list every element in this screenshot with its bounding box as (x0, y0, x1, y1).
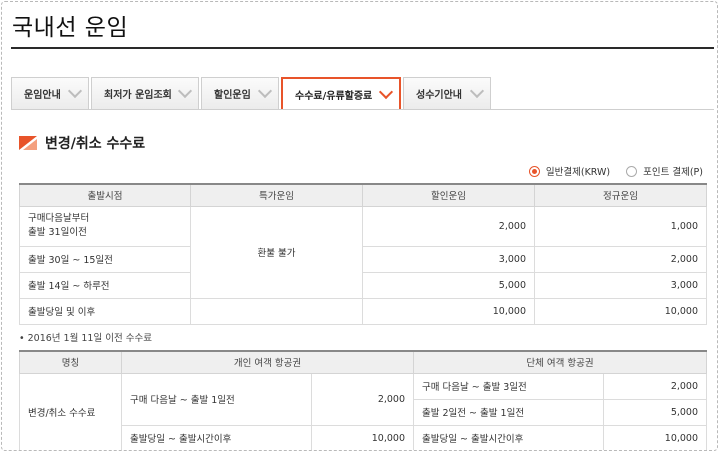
group-period-cell: 구매 다음날 ~ 출발 3일전 (413, 372, 605, 400)
tab-label: 성수기안내 (416, 90, 462, 101)
column-header: 출발시점 (19, 183, 191, 207)
table-row: 출발 30일 ~ 15일전 3,000 2,000 (19, 245, 707, 273)
table-header-row: 출발시점 특가운임 할인운임 정규운임 (19, 183, 707, 207)
column-header: 개인 여객 항공권 (120, 350, 415, 374)
discount-fee-cell: 5,000 (362, 271, 535, 299)
individual-fee-cell: 2,000 (310, 372, 415, 426)
tab-label: 운임안내 (24, 90, 61, 101)
period-line: 출발 31일이전 (28, 227, 87, 238)
column-header: 정규운임 (534, 183, 707, 207)
discount-fee-cell: 3,000 (362, 245, 535, 273)
column-header: 명칭 (19, 350, 122, 374)
page-frame: 국내선 운임 운임안내 최저가 운임조회 할인운임 수수료/유류할증료 성수기안… (1, 1, 718, 451)
page-title: 국내선 운임 (12, 15, 129, 41)
title-divider (11, 47, 714, 49)
tab-lowest-fare[interactable]: 최저가 운임조회 (91, 77, 199, 109)
legacy-fee-table: 명칭 개인 여객 항공권 단체 여객 항공권 변경/취소 수수료 구매 다음날 … (19, 350, 708, 450)
section-title: 변경/취소 수수료 (45, 136, 146, 152)
fee-name-cell: 변경/취소 수수료 (19, 372, 122, 450)
group-fee-cell: 2,000 (603, 372, 708, 400)
footnote: • 2016년 1월 11일 이전 수수료 (19, 333, 152, 344)
tab-underline (11, 109, 714, 110)
regular-fee-cell: 3,000 (534, 271, 707, 299)
radio-empty-icon (626, 165, 638, 177)
tab-label: 할인운임 (214, 90, 251, 101)
table-row: 출발당일 및 이후 10,000 10,000 (19, 297, 707, 325)
chevron-down-icon (469, 83, 485, 99)
tab-label: 최저가 운임조회 (104, 90, 172, 101)
chevron-down-icon (177, 83, 193, 99)
group-fee-cell: 5,000 (603, 398, 708, 426)
tab-peak-season[interactable]: 성수기안내 (403, 77, 491, 109)
period-cell: 구매다음날부터 출발 31일이전 (19, 205, 191, 247)
period-line: 구매다음날부터 (28, 213, 90, 224)
group-period-cell: 출발 2일전 ~ 출발 1일전 (413, 398, 605, 426)
table-row: 출발 14일 ~ 하루전 5,000 3,000 (19, 271, 707, 299)
discount-fee-cell: 10,000 (362, 297, 535, 325)
group-fee-cell: 10,000 (603, 424, 708, 450)
tab-bar: 운임안내 최저가 운임조회 할인운임 수수료/유류할증료 성수기안내 (11, 77, 493, 110)
chevron-down-icon (378, 84, 394, 100)
period-cell: 출발 14일 ~ 하루전 (19, 271, 191, 299)
period-cell: 출발당일 및 이후 (19, 297, 191, 325)
payment-options: 일반결제(KRW) 포인트 결제(P) (513, 164, 703, 178)
special-fare-cell: 환불 불가 (190, 205, 363, 299)
regular-fee-cell: 1,000 (534, 205, 707, 247)
table-row: 출발당일 ~ 출발시간이후 10,000 출발당일 ~ 출발시간이후 10,00… (20, 424, 708, 450)
individual-period-cell: 출발당일 ~ 출발시간이후 (121, 424, 312, 450)
table-header-row: 명칭 개인 여객 항공권 단체 여객 항공권 (19, 350, 708, 374)
radio-label-point: 포인트 결제(P) (643, 167, 703, 178)
radio-selected-icon (528, 165, 540, 177)
special-fare-cell-empty (190, 297, 363, 325)
tab-fees-surcharge[interactable]: 수수료/유류할증료 (281, 77, 401, 110)
regular-fee-cell: 10,000 (534, 297, 707, 325)
flag-icon (19, 136, 37, 150)
chevron-down-icon (257, 83, 273, 99)
tab-discount-fare[interactable]: 할인운임 (201, 77, 279, 109)
radio-krw[interactable]: 일반결제(KRW) (528, 164, 611, 178)
tab-fare-info[interactable]: 운임안내 (11, 77, 89, 109)
regular-fee-cell: 2,000 (534, 245, 707, 273)
period-cell: 출발 30일 ~ 15일전 (19, 245, 191, 273)
individual-period-cell: 구매 다음날 ~ 출발 1일전 (121, 372, 312, 426)
table-row: 구매다음날부터 출발 31일이전 환불 불가 2,000 1,000 (19, 205, 707, 299)
radio-point[interactable]: 포인트 결제(P) (626, 164, 703, 178)
column-header: 단체 여객 항공권 (413, 350, 708, 374)
group-period-cell: 출발당일 ~ 출발시간이후 (413, 424, 605, 450)
discount-fee-cell: 2,000 (362, 205, 535, 247)
tab-label: 수수료/유류할증료 (295, 91, 373, 102)
chevron-down-icon (67, 83, 83, 99)
radio-label-krw: 일반결제(KRW) (545, 167, 611, 178)
fee-table: 출발시점 특가운임 할인운임 정규운임 구매다음날부터 출발 31일이전 환불 … (19, 183, 707, 325)
individual-fee-cell: 10,000 (310, 424, 415, 450)
section-heading: 변경/취소 수수료 (19, 133, 145, 153)
table-row: 변경/취소 수수료 구매 다음날 ~ 출발 1일전 2,000 구매 다음날 ~… (19, 372, 708, 450)
column-header: 특가운임 (190, 183, 363, 207)
column-header: 할인운임 (362, 183, 535, 207)
